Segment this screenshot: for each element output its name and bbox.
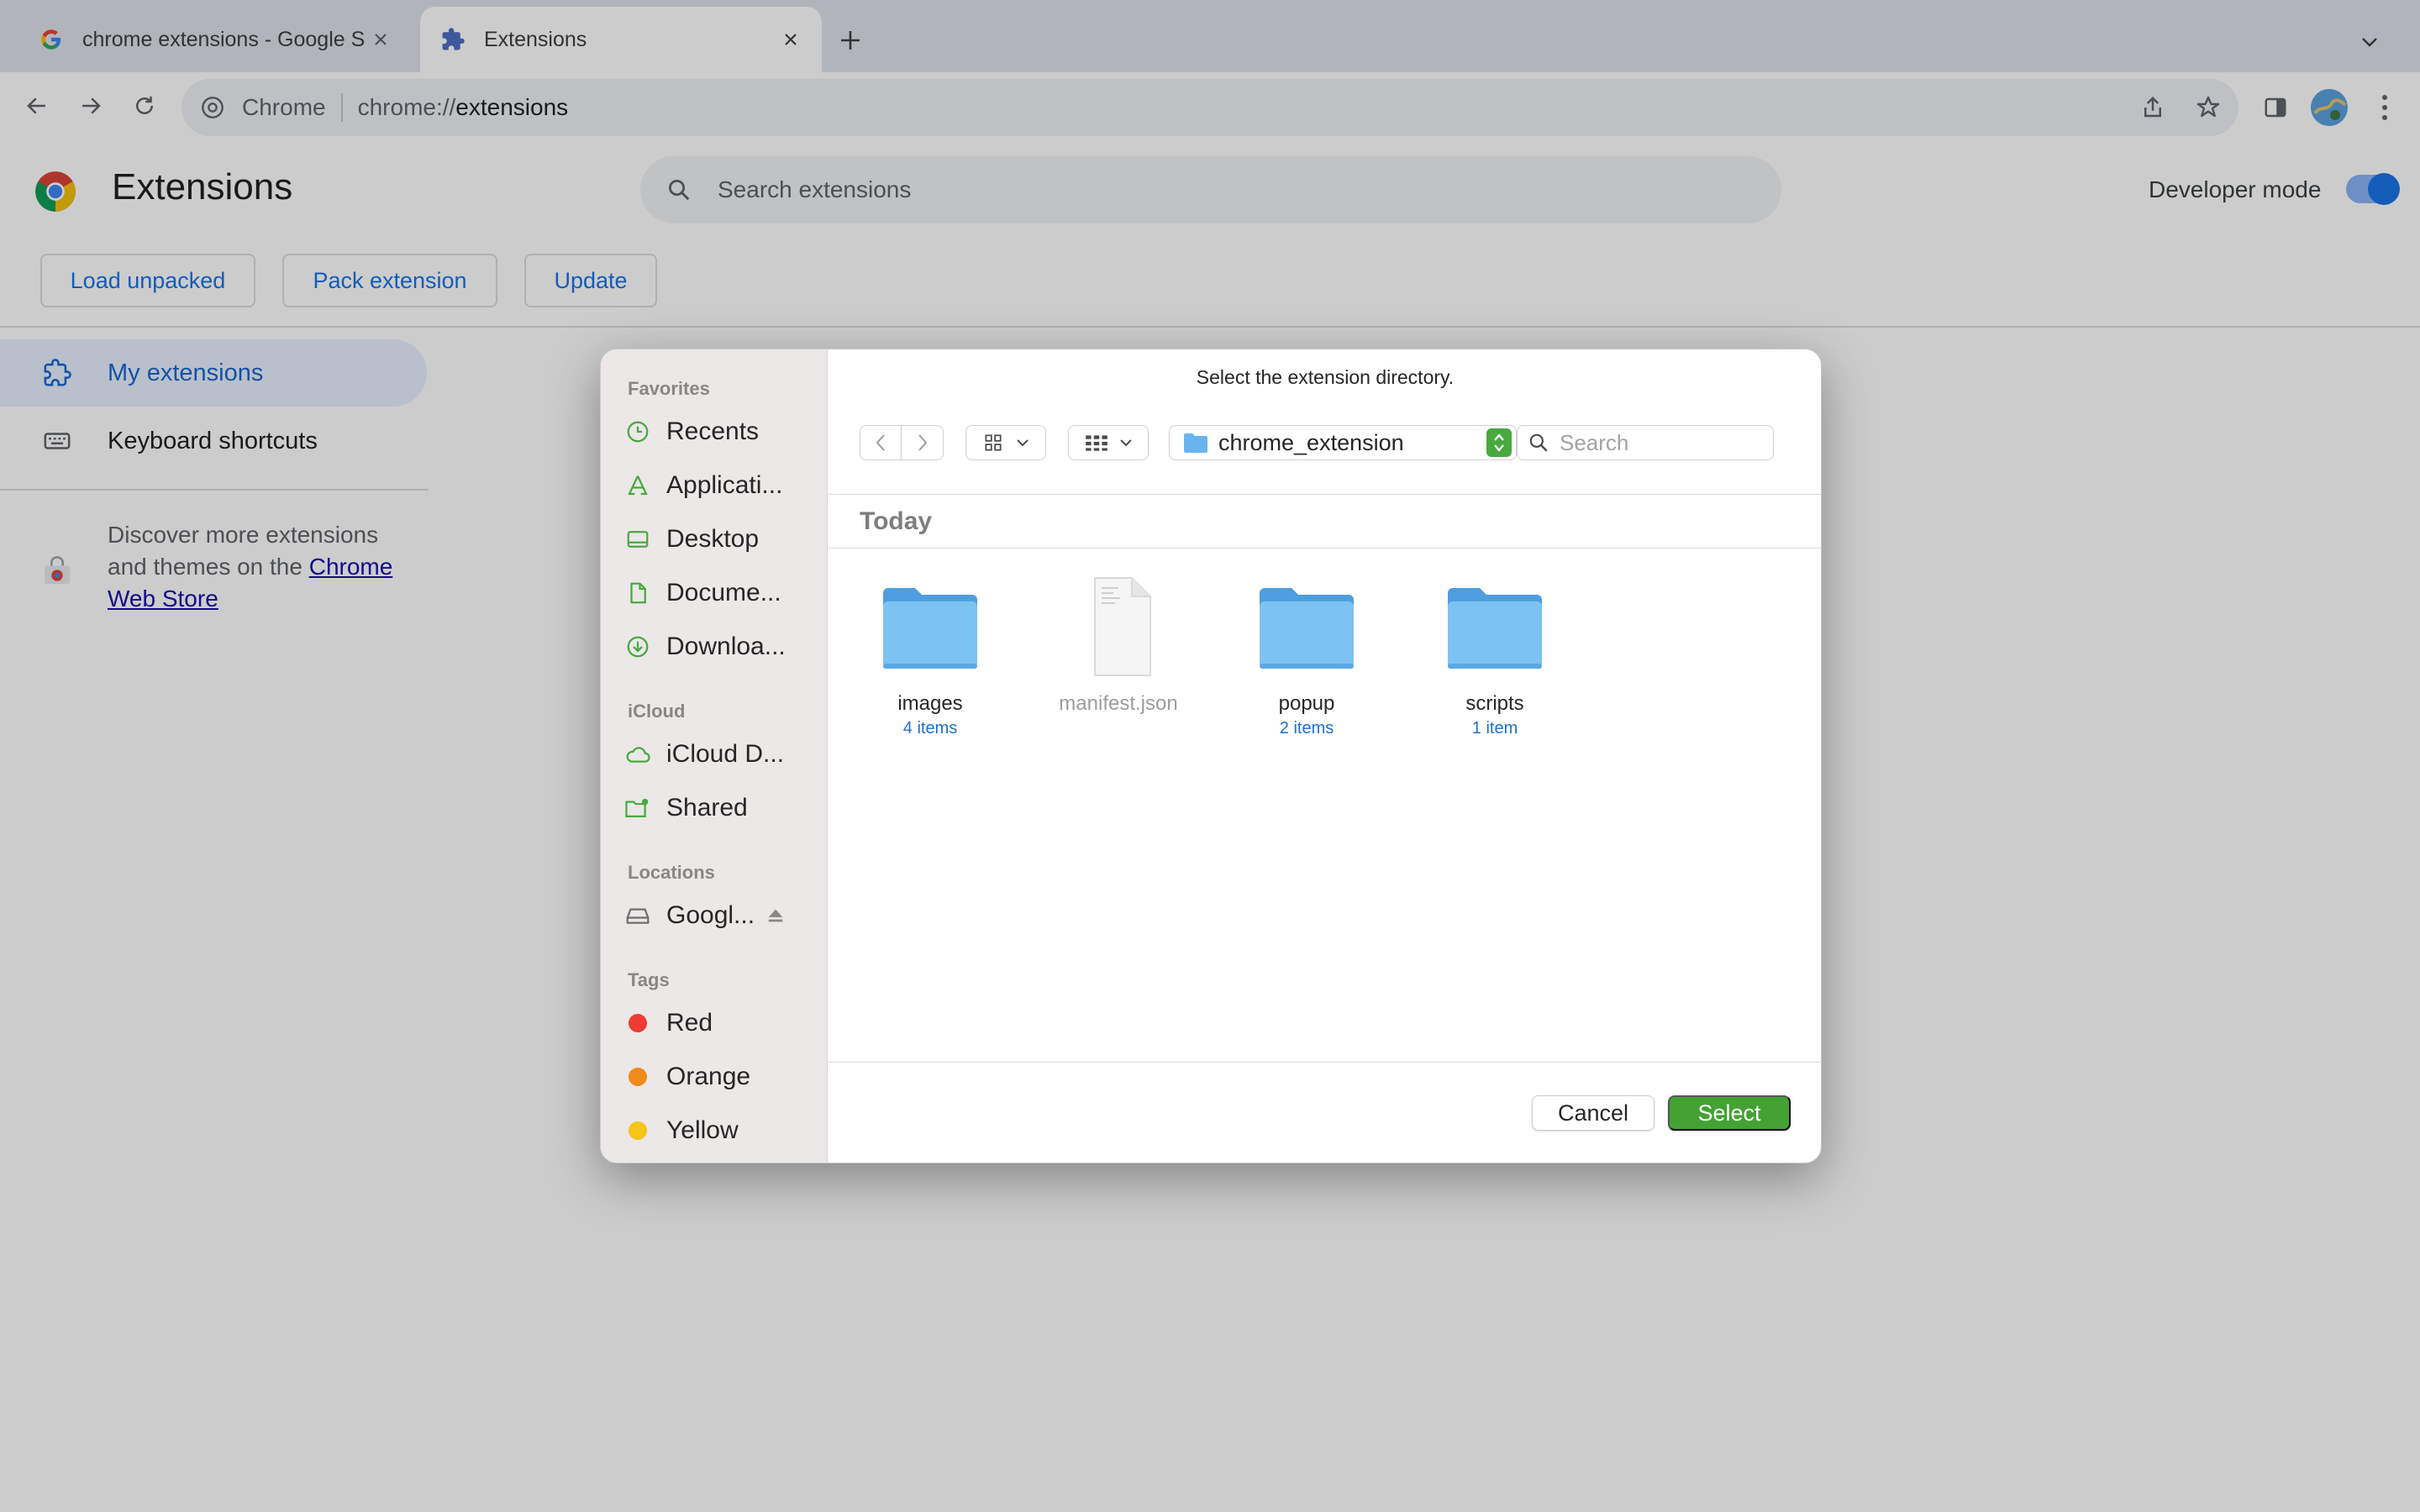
sidebar-tag-orange[interactable]: Orange <box>621 1053 823 1100</box>
toolbar-divider <box>828 494 1821 495</box>
sidebar-tag-yellow[interactable]: Yellow <box>621 1107 823 1154</box>
drive-disk-icon <box>621 899 655 932</box>
sidebar-heading-favorites: Favorites <box>628 378 710 399</box>
sidebar-item-google-drive[interactable]: Googl... <box>621 892 823 939</box>
sidebar-label: Orange <box>666 1063 751 1090</box>
folder-icon <box>1260 588 1354 669</box>
section-divider <box>828 548 1821 549</box>
location-popup[interactable]: chrome_extension <box>1169 425 1517 460</box>
file-meta: 1 item <box>1471 719 1518 738</box>
group-grid-icon <box>1084 432 1109 454</box>
file-item-images[interactable]: images 4 items <box>863 576 997 738</box>
download-icon <box>621 630 655 664</box>
tag-color-dot <box>629 1121 647 1140</box>
sidebar-label: Shared <box>666 794 748 822</box>
clock-icon <box>621 415 655 449</box>
folder-icon <box>1448 588 1542 669</box>
history-nav-group <box>860 425 944 460</box>
tag-color-dot <box>629 1014 647 1032</box>
file-item-scripts[interactable]: scripts 1 item <box>1428 576 1562 738</box>
finder-sidebar: Favorites Recents Applicati... Desktop D… <box>601 349 828 1163</box>
sidebar-label: Googl... <box>666 901 755 929</box>
sidebar-heading-locations: Locations <box>628 862 715 883</box>
icon-grid-icon <box>982 432 1004 454</box>
sidebar-label: Downloa... <box>666 633 786 660</box>
view-mode-button[interactable] <box>965 425 1046 460</box>
sidebar-item-downloads[interactable]: Downloa... <box>621 623 823 670</box>
file-name: images <box>897 692 963 715</box>
applications-icon <box>621 469 655 502</box>
file-picker-dialog: Favorites Recents Applicati... Desktop D… <box>600 349 1822 1163</box>
chevron-down-icon <box>1016 438 1029 448</box>
eject-icon[interactable] <box>766 906 785 925</box>
sidebar-heading-icloud: iCloud <box>628 701 686 722</box>
sidebar-label: Docume... <box>666 579 781 606</box>
tag-color-dot <box>629 1068 647 1086</box>
select-button[interactable]: Select <box>1668 1095 1791 1131</box>
sidebar-label: Red <box>666 1009 713 1037</box>
group-by-button[interactable] <box>1068 425 1149 460</box>
sidebar-item-applications[interactable]: Applicati... <box>621 462 823 509</box>
sidebar-tag-red[interactable]: Red <box>621 1000 823 1047</box>
folder-icon <box>883 588 977 669</box>
location-label: chrome_extension <box>1218 429 1404 455</box>
forward-chevron-icon[interactable] <box>902 426 943 459</box>
folder-icon <box>1184 433 1207 453</box>
shared-folder-icon <box>621 791 655 825</box>
file-name: popup <box>1278 692 1335 715</box>
document-icon <box>1094 577 1151 676</box>
sidebar-label: Yellow <box>666 1116 739 1144</box>
file-name: scripts <box>1465 692 1524 715</box>
sidebar-label: Applicati... <box>666 471 783 499</box>
sidebar-heading-tags: Tags <box>628 969 670 990</box>
section-header-today: Today <box>860 507 933 535</box>
file-item-manifest[interactable]: manifest.json <box>1051 576 1186 716</box>
sidebar-label: iCloud D... <box>666 740 785 768</box>
sidebar-item-documents[interactable]: Docume... <box>621 570 823 617</box>
sidebar-label: Desktop <box>666 525 760 553</box>
footer-divider <box>828 1062 1821 1063</box>
sidebar-item-desktop[interactable]: Desktop <box>621 516 823 563</box>
finder-main-pane: Select the extension directory. chrome_e… <box>828 349 1821 1163</box>
document-icon <box>621 576 655 610</box>
chevron-down-icon <box>1119 438 1133 448</box>
sidebar-item-shared[interactable]: Shared <box>621 785 823 832</box>
file-name: manifest.json <box>1059 692 1178 715</box>
sidebar-item-icloud-drive[interactable]: iCloud D... <box>621 731 823 778</box>
finder-search-input[interactable] <box>1558 428 1760 457</box>
cancel-button[interactable]: Cancel <box>1532 1095 1655 1131</box>
back-chevron-icon[interactable] <box>860 426 902 459</box>
desktop-icon <box>621 522 655 556</box>
finder-search-box[interactable] <box>1517 425 1774 460</box>
search-icon <box>1528 432 1549 454</box>
file-meta: 2 items <box>1279 719 1334 738</box>
sidebar-label: Recents <box>666 417 760 445</box>
dialog-title: Select the extension directory. <box>1196 366 1455 388</box>
file-item-popup[interactable]: popup 2 items <box>1239 576 1374 738</box>
file-meta: 4 items <box>902 719 958 738</box>
up-down-stepper-icon <box>1486 428 1512 457</box>
cloud-icon <box>621 738 655 771</box>
sidebar-item-recents[interactable]: Recents <box>621 408 823 455</box>
